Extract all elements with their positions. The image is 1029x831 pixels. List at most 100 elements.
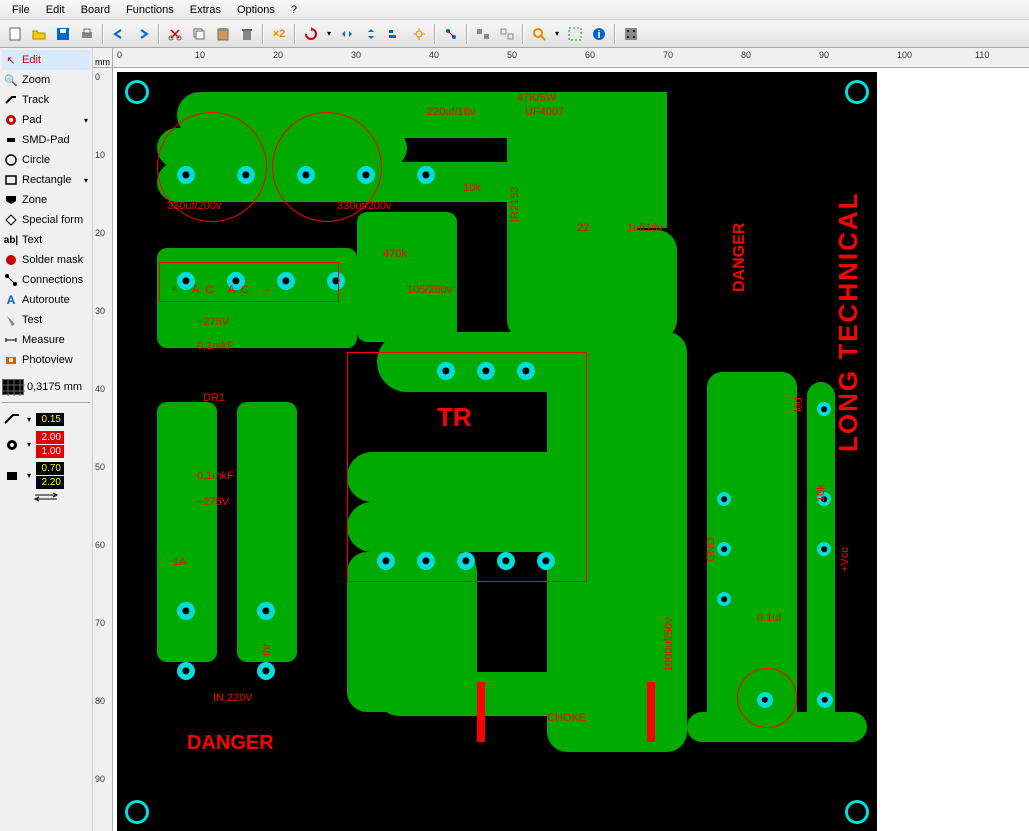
pad: [177, 662, 195, 680]
duplicate-button[interactable]: ×2: [268, 23, 290, 45]
delete-button[interactable]: [236, 23, 258, 45]
pad: [717, 492, 731, 506]
mirror-v-button[interactable]: [360, 23, 382, 45]
copy-button[interactable]: [188, 23, 210, 45]
redo-button[interactable]: [132, 23, 154, 45]
scanned-copy-button[interactable]: [620, 23, 642, 45]
new-button[interactable]: [4, 23, 26, 45]
rotate-dropdown[interactable]: ▾: [324, 27, 334, 41]
tool-test[interactable]: Test: [2, 310, 90, 330]
menu-board[interactable]: Board: [73, 2, 118, 18]
track-width-icon: [2, 411, 22, 427]
transformer-outline: [347, 352, 587, 582]
canvas[interactable]: mm 0 10 20 30 40 50 60 70 80 90 100 110 …: [93, 48, 1029, 831]
param-track-width[interactable]: ▾ 0.15: [2, 411, 90, 427]
tool-soldermask[interactable]: Solder mask: [2, 250, 90, 270]
mirror-h-button[interactable]: [336, 23, 358, 45]
rectangle-icon: [4, 173, 18, 187]
snap-button[interactable]: [408, 23, 430, 45]
pad: [717, 592, 731, 606]
silk-label: 10k: [815, 484, 827, 502]
silk-label: 1uf/16v: [627, 222, 663, 234]
silk-label: ~275V: [197, 496, 229, 508]
tool-photoview[interactable]: Photoview: [2, 350, 90, 370]
tool-text[interactable]: ab|Text: [2, 230, 90, 250]
param-smd-size[interactable]: ▾ 0.70 2.20: [2, 462, 90, 489]
grid-icon: [2, 379, 24, 395]
bridge-outline: [159, 262, 339, 302]
silk-label: 0,1mkF: [197, 470, 234, 482]
paste-button[interactable]: [212, 23, 234, 45]
ungroup-button[interactable]: [496, 23, 518, 45]
tool-pad[interactable]: Pad▾: [2, 110, 90, 130]
menu-edit[interactable]: Edit: [38, 2, 73, 18]
tool-specialform[interactable]: Special form: [2, 210, 90, 230]
tool-smdpad[interactable]: SMD-Pad: [2, 130, 90, 150]
pad: [417, 166, 435, 184]
track-width-value: 0.15: [36, 413, 64, 426]
menu-bar: File Edit Board Functions Extras Options…: [0, 0, 1029, 20]
main-toolbar: ×2 ▾ ▾ i: [0, 20, 1029, 48]
open-button[interactable]: [28, 23, 50, 45]
pad: [257, 602, 275, 620]
param-swap[interactable]: [2, 491, 90, 503]
pad: [177, 602, 195, 620]
undo-button[interactable]: [108, 23, 130, 45]
menu-options[interactable]: Options: [229, 2, 283, 18]
align-button[interactable]: [384, 23, 406, 45]
menu-functions[interactable]: Functions: [118, 2, 182, 18]
silk-label: led: [793, 397, 805, 412]
print-button[interactable]: [76, 23, 98, 45]
tool-zone[interactable]: Zone: [2, 190, 90, 210]
grid-value: 0,3175 mm: [27, 381, 82, 393]
specialform-icon: [4, 213, 18, 227]
tool-edit[interactable]: ↖Edit: [2, 50, 90, 70]
save-button[interactable]: [52, 23, 74, 45]
info-button[interactable]: i: [588, 23, 610, 45]
grid-setting[interactable]: 0,3175 mm: [2, 378, 90, 396]
connections-icon: [4, 273, 18, 287]
tool-measure[interactable]: Measure: [2, 330, 90, 350]
silk-label: +Vcc: [839, 547, 851, 572]
tool-zoom[interactable]: 🔍Zoom: [2, 70, 90, 90]
silk-label: 470k: [383, 248, 407, 260]
silk-label: 1000uf/50v: [663, 618, 675, 672]
tool-rectangle[interactable]: Rectangle▾: [2, 170, 90, 190]
tool-circle[interactable]: Circle: [2, 150, 90, 170]
rotate-button[interactable]: [300, 23, 322, 45]
silk-label: 22: [577, 222, 589, 234]
pcb-board[interactable]: LONG TECHNICAL DANGER DANGER TR 330uf/20…: [117, 72, 877, 831]
pad-size-dropdown[interactable]: ▾: [24, 438, 34, 452]
photoview-icon: [4, 353, 18, 367]
tool-track[interactable]: Track: [2, 90, 90, 110]
track-width-dropdown[interactable]: ▾: [24, 412, 34, 426]
ruler-vertical: 0 10 20 30 40 50 60 70 80 90: [93, 68, 113, 831]
cap-outline: [737, 668, 797, 728]
pad-icon: [4, 113, 18, 127]
menu-extras[interactable]: Extras: [182, 2, 229, 18]
repaint-button[interactable]: [564, 23, 586, 45]
param-pad-size[interactable]: ▾ 2.00 1.00: [2, 431, 90, 458]
silk-label: 0.1uf: [757, 612, 781, 624]
zone-icon: [4, 193, 18, 207]
silk-label: GND: [705, 538, 717, 562]
group-button[interactable]: [472, 23, 494, 45]
silk-label: 330uf/200v: [337, 200, 391, 212]
connections-remove-button[interactable]: [440, 23, 462, 45]
pad-outer-value: 2.00: [36, 431, 64, 444]
silk-danger: DANGER: [187, 732, 274, 755]
cut-button[interactable]: [164, 23, 186, 45]
ruler-horizontal: 0 10 20 30 40 50 60 70 80 90 100 110: [113, 48, 1029, 68]
tool-connections[interactable]: Connections: [2, 270, 90, 290]
smd-size-dropdown[interactable]: ▾: [24, 469, 34, 483]
tool-autoroute[interactable]: AAutoroute: [2, 290, 90, 310]
pad: [817, 402, 831, 416]
silk-label: IR2153: [509, 187, 521, 222]
menu-file[interactable]: File: [4, 2, 38, 18]
test-icon: [4, 313, 18, 327]
zoom-dropdown[interactable]: ▾: [552, 27, 562, 41]
autoroute-icon: A: [4, 293, 18, 307]
zoom-button[interactable]: [528, 23, 550, 45]
menu-help[interactable]: ?: [283, 2, 305, 18]
swap-icon: [31, 491, 61, 503]
